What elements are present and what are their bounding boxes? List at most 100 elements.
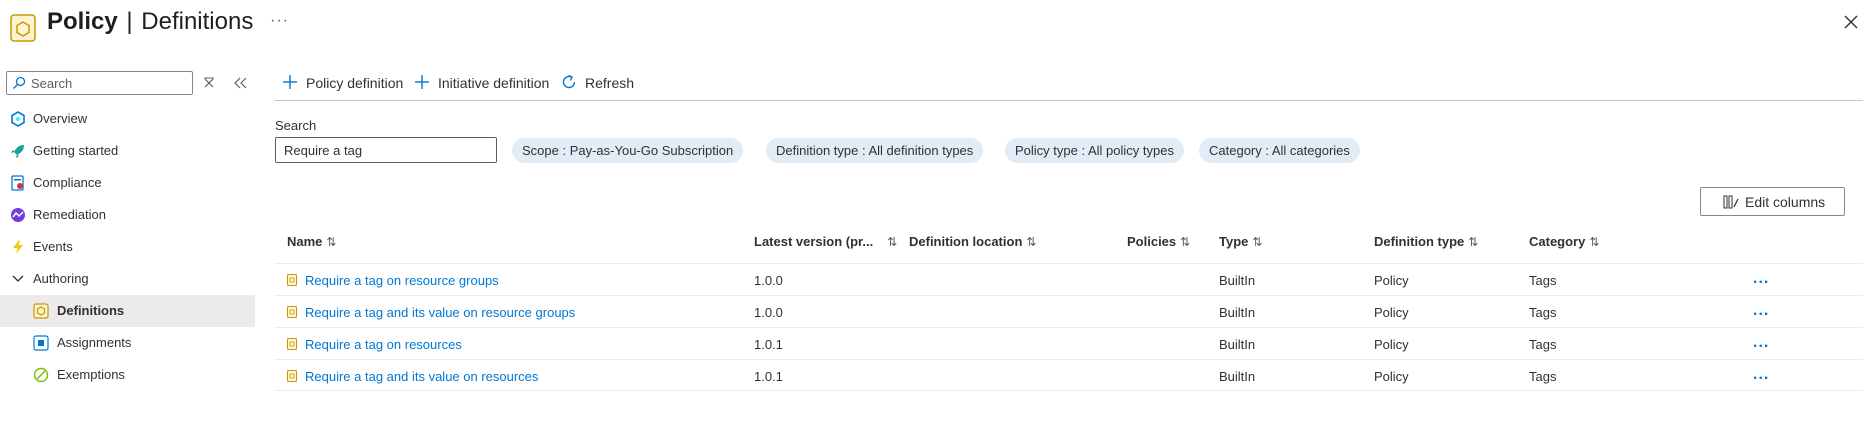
sidebar-item-definitions[interactable]: Definitions bbox=[0, 295, 255, 327]
policy-icon bbox=[10, 14, 36, 42]
type-cell: BuiltIn bbox=[1219, 337, 1256, 352]
definition-name-link[interactable]: Require a tag on resources bbox=[305, 337, 462, 352]
scope-filter-pill[interactable]: Scope : Pay-as-You-Go Subscription bbox=[512, 138, 744, 163]
page-title: Policy | Definitions bbox=[47, 8, 253, 36]
type-cell: BuiltIn bbox=[1219, 369, 1256, 384]
refresh-button[interactable]: Refresh bbox=[560, 70, 640, 94]
latest-version-cell: 1.0.0 bbox=[754, 305, 783, 320]
sidebar-item-overview[interactable]: Overview bbox=[0, 103, 255, 135]
sidebar-item-remediation[interactable]: Remediation bbox=[0, 199, 255, 231]
type-cell: BuiltIn bbox=[1219, 273, 1256, 288]
lightning-icon bbox=[13, 240, 23, 254]
sidebar-item-label: Definitions bbox=[57, 303, 125, 318]
column-header-label: Type bbox=[1219, 234, 1249, 249]
sort-icon: ⇅ bbox=[887, 235, 898, 249]
latest-version-cell: 1.0.0 bbox=[754, 273, 783, 288]
column-header-latest-version[interactable]: Latest version (pr... ⇅ bbox=[754, 234, 897, 249]
definition-name-link[interactable]: Require a tag and its value on resource … bbox=[305, 305, 575, 320]
definition-type-filter-pill[interactable]: Definition type : All definition types bbox=[766, 138, 984, 163]
refresh-label: Refresh bbox=[585, 75, 635, 91]
rocket-icon bbox=[11, 145, 24, 158]
column-header-name[interactable]: Name ⇅ bbox=[287, 234, 336, 249]
column-header-policies[interactable]: Policies ⇅ bbox=[1127, 234, 1190, 249]
clear-search-icon[interactable] bbox=[202, 76, 216, 90]
plus-icon bbox=[283, 75, 297, 89]
latest-version-cell: 1.0.1 bbox=[754, 369, 783, 384]
exemptions-icon bbox=[33, 367, 49, 383]
definition-name-link[interactable]: Require a tag on resource groups bbox=[305, 273, 499, 288]
sort-icon: ⇅ bbox=[326, 235, 337, 249]
add-initiative-definition-label: Initiative definition bbox=[438, 75, 550, 91]
sort-icon: ⇅ bbox=[1252, 235, 1263, 249]
policy-definition-icon bbox=[287, 274, 297, 286]
sidebar-item-label: Getting started bbox=[33, 143, 119, 158]
category-filter-pill[interactable]: Category : All categories bbox=[1199, 138, 1360, 163]
column-header-category[interactable]: Category ⇅ bbox=[1529, 234, 1599, 249]
add-policy-definition-label: Policy definition bbox=[306, 75, 404, 91]
command-bar-divider bbox=[274, 100, 1863, 101]
sidebar-item-authoring[interactable]: Authoring bbox=[0, 263, 255, 295]
chevron-down-icon bbox=[12, 275, 24, 282]
column-header-label: Category bbox=[1529, 234, 1586, 249]
definitions-search-input[interactable] bbox=[275, 137, 497, 163]
category-cell: Tags bbox=[1529, 273, 1557, 288]
column-header-definition-type[interactable]: Definition type ⇅ bbox=[1374, 234, 1478, 249]
compliance-icon bbox=[11, 175, 24, 191]
category-cell: Tags bbox=[1529, 305, 1557, 320]
column-header-label: Latest version (pr... bbox=[754, 234, 874, 249]
add-policy-definition-button[interactable]: Policy definition bbox=[281, 70, 404, 94]
sidebar-search-input[interactable] bbox=[31, 74, 186, 92]
collapse-sidebar-icon[interactable] bbox=[232, 76, 248, 90]
sidebar-item-events[interactable]: Events bbox=[0, 231, 255, 263]
sort-icon: ⇅ bbox=[1026, 235, 1037, 249]
search-icon bbox=[13, 76, 26, 89]
sort-icon: ⇅ bbox=[1468, 235, 1479, 249]
page-header: Policy | Definitions ··· bbox=[0, 0, 1863, 52]
remediation-icon bbox=[11, 208, 25, 222]
page-title-main: Policy bbox=[47, 8, 118, 35]
row-more-button[interactable]: ... bbox=[1753, 334, 1769, 352]
sidebar-item-assignments[interactable]: Assignments bbox=[0, 327, 255, 359]
close-icon[interactable] bbox=[1843, 14, 1859, 30]
sidebar-item-label: Authoring bbox=[33, 271, 89, 286]
sidebar-item-label: Exemptions bbox=[57, 367, 125, 382]
type-cell: BuiltIn bbox=[1219, 305, 1256, 320]
definition-name-link[interactable]: Require a tag and its value on resources bbox=[305, 369, 538, 384]
sidebar-item-compliance[interactable]: Compliance bbox=[0, 167, 255, 199]
column-header-label: Name bbox=[287, 234, 323, 249]
sort-icon: ⇅ bbox=[1589, 235, 1600, 249]
add-initiative-definition-button[interactable]: Initiative definition bbox=[413, 70, 553, 94]
category-cell: Tags bbox=[1529, 337, 1557, 352]
sidebar-item-getting-started[interactable]: Getting started bbox=[0, 135, 255, 167]
edit-columns-label: Edit columns bbox=[1745, 194, 1826, 210]
assignments-icon bbox=[33, 335, 49, 351]
row-more-button[interactable]: ... bbox=[1753, 366, 1769, 384]
definition-type-cell: Policy bbox=[1374, 337, 1409, 352]
table-row: Require a tag and its value on resource … bbox=[275, 295, 1863, 327]
column-header-label: Policies bbox=[1127, 234, 1177, 249]
sidebar-search[interactable] bbox=[6, 71, 193, 95]
sort-icon: ⇅ bbox=[1180, 235, 1191, 249]
edit-columns-button[interactable]: Edit columns bbox=[1700, 187, 1845, 216]
column-header-type[interactable]: Type ⇅ bbox=[1219, 234, 1262, 249]
more-options-button[interactable]: ··· bbox=[270, 12, 289, 30]
table-row: Require a tag on resources 1.0.1 BuiltIn… bbox=[275, 327, 1863, 359]
row-more-button[interactable]: ... bbox=[1753, 270, 1769, 288]
sidebar-item-exemptions[interactable]: Exemptions bbox=[0, 359, 255, 391]
row-more-button[interactable]: ... bbox=[1753, 302, 1769, 320]
sidebar-item-label: Assignments bbox=[57, 335, 132, 350]
sidebar: Overview Getting started Compliance Reme… bbox=[0, 60, 255, 400]
sidebar-item-label: Events bbox=[33, 239, 73, 254]
policy-type-filter-pill[interactable]: Policy type : All policy types bbox=[1005, 138, 1184, 163]
page-title-sub: Definitions bbox=[141, 8, 254, 35]
sidebar-item-label: Overview bbox=[33, 111, 88, 126]
refresh-icon bbox=[562, 74, 576, 89]
policy-definition-icon bbox=[287, 338, 297, 350]
column-header-label: Definition type bbox=[1374, 234, 1465, 249]
category-cell: Tags bbox=[1529, 369, 1557, 384]
policy-definition-icon bbox=[287, 306, 297, 318]
sidebar-item-label: Compliance bbox=[33, 175, 102, 190]
policy-definition-icon bbox=[287, 370, 297, 382]
column-header-definition-location[interactable]: Definition location ⇅ bbox=[909, 234, 1036, 249]
definition-type-cell: Policy bbox=[1374, 369, 1409, 384]
